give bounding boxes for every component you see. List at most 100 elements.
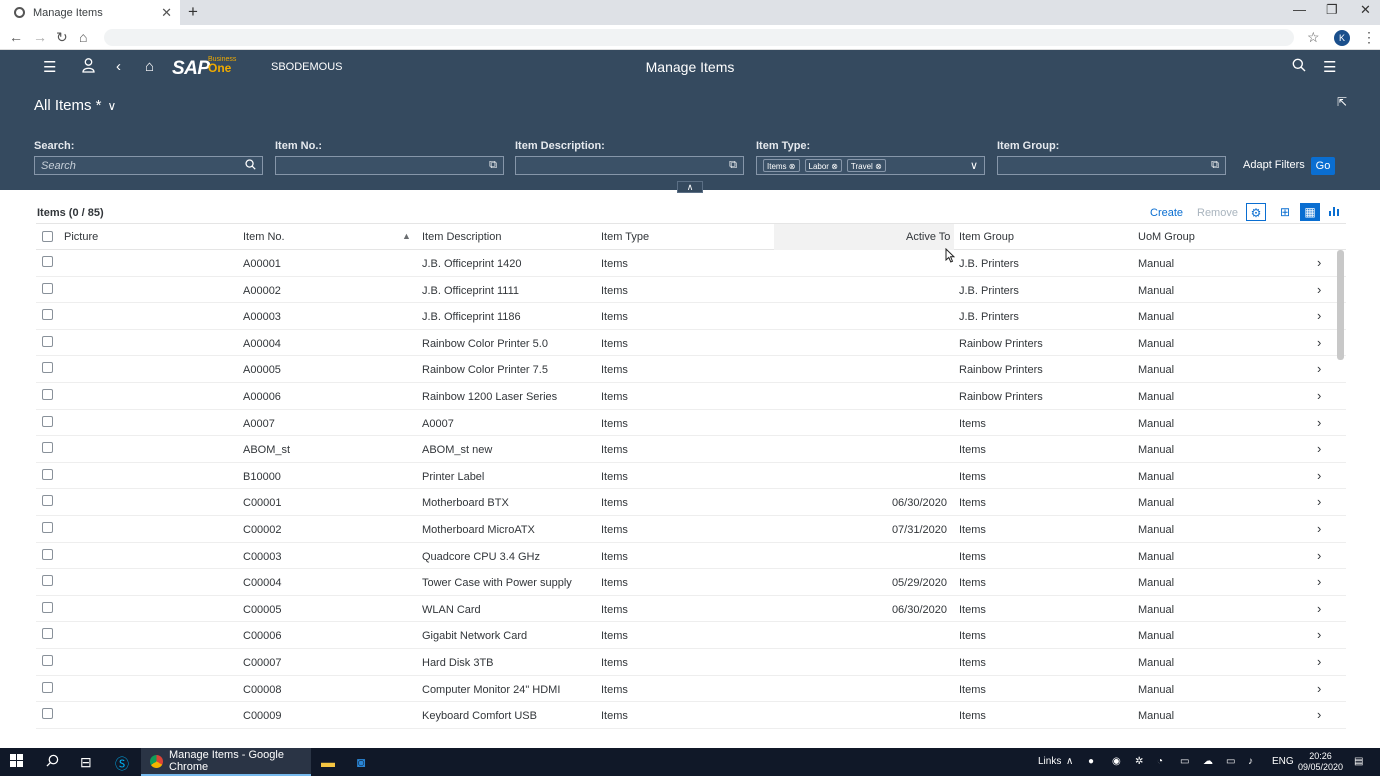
collapse-header-button[interactable]: ∧: [677, 181, 703, 193]
table-row[interactable]: C00009 Keyboard Comfort USB Items Items Manu…: [36, 702, 1346, 729]
row-navigation-chevron-icon[interactable]: ›: [1317, 415, 1321, 430]
remove-button[interactable]: Remove: [1197, 207, 1238, 219]
forward-icon[interactable]: →: [33, 29, 47, 45]
table-row[interactable]: A0007 A0007 Items Items Manual ›: [36, 410, 1346, 437]
search-input[interactable]: Search: [34, 156, 263, 175]
row-checkbox[interactable]: [42, 575, 53, 587]
task-view-icon[interactable]: ⊟: [80, 754, 92, 771]
row-navigation-chevron-icon[interactable]: ›: [1317, 494, 1321, 509]
table-row[interactable]: B10000 Printer Label Items Items Manual ›: [36, 463, 1346, 490]
row-navigation-chevron-icon[interactable]: ›: [1317, 548, 1321, 563]
row-checkbox[interactable]: [42, 628, 53, 640]
col-item-group[interactable]: Item Group: [959, 231, 1014, 243]
bookmark-star-icon[interactable]: ☆: [1307, 29, 1320, 46]
outlook-icon[interactable]: ◙: [357, 754, 365, 770]
row-navigation-chevron-icon[interactable]: ›: [1317, 282, 1321, 297]
go-button[interactable]: Go: [1311, 157, 1335, 175]
table-row[interactable]: A00006 Rainbow 1200 Laser Series Items Rain…: [36, 383, 1346, 410]
row-checkbox[interactable]: [42, 282, 53, 294]
minimize-icon[interactable]: —: [1293, 2, 1306, 17]
table-row[interactable]: ABOM_st ABOM_st new Items Items Manual ›: [36, 436, 1346, 463]
row-checkbox[interactable]: [42, 309, 53, 321]
row-navigation-chevron-icon[interactable]: ›: [1317, 601, 1321, 616]
battery-icon[interactable]: ▭: [1180, 756, 1189, 767]
table-row[interactable]: C00004 Tower Case with Power supply Items 0…: [36, 569, 1346, 596]
row-navigation-chevron-icon[interactable]: ›: [1317, 654, 1321, 669]
row-navigation-chevron-icon[interactable]: ›: [1317, 468, 1321, 483]
select-all-checkbox[interactable]: [42, 231, 53, 242]
skype-tray-icon[interactable]: ◉: [1112, 756, 1121, 767]
item-no-input[interactable]: ⧉: [275, 156, 504, 175]
row-checkbox[interactable]: [42, 495, 53, 507]
row-checkbox[interactable]: [42, 362, 53, 374]
table-personalize-icon[interactable]: ⊞: [1275, 203, 1295, 221]
browser-tab[interactable]: Manage Items ✕: [0, 0, 180, 25]
row-navigation-chevron-icon[interactable]: ›: [1317, 681, 1321, 696]
cloud-icon[interactable]: ☁: [1203, 756, 1213, 767]
vpn-icon[interactable]: ◔: [1157, 756, 1163, 767]
table-row[interactable]: C00008 Computer Monitor 24" HDMI Items Item…: [36, 676, 1346, 703]
home-icon[interactable]: ⌂: [79, 29, 87, 45]
col-active-to[interactable]: Active To: [906, 231, 950, 243]
notification-center-icon[interactable]: ▤: [1354, 756, 1363, 767]
reload-icon[interactable]: ↻: [56, 29, 68, 46]
table-row[interactable]: A00002 J.B. Officeprint 1111 Items J.B. Pri…: [36, 277, 1346, 304]
row-navigation-chevron-icon[interactable]: ›: [1317, 361, 1321, 376]
row-checkbox[interactable]: [42, 548, 53, 560]
col-uom-group[interactable]: UoM Group: [1138, 231, 1195, 243]
tray-chevron-up-icon[interactable]: ∧: [1066, 756, 1073, 767]
row-navigation-chevron-icon[interactable]: ›: [1317, 707, 1321, 722]
browser-menu-icon[interactable]: ⋮: [1362, 29, 1376, 46]
item-type-multiselect[interactable]: Items ⊗ Labor ⊗ Travel ⊗ ∨: [756, 156, 985, 175]
col-item-description[interactable]: Item Description: [422, 231, 501, 243]
search-icon[interactable]: [1292, 58, 1306, 76]
row-navigation-chevron-icon[interactable]: ›: [1317, 574, 1321, 589]
window-close-icon[interactable]: ✕: [1360, 2, 1371, 18]
settings-gear-icon[interactable]: ⚙: [1246, 203, 1266, 221]
token-labor[interactable]: Labor ⊗: [804, 159, 842, 172]
display-icon[interactable]: ▭: [1226, 756, 1235, 767]
system-clock[interactable]: 20:26 09/05/2020: [1298, 751, 1343, 773]
row-checkbox[interactable]: [42, 468, 53, 480]
value-help-icon[interactable]: ⧉: [729, 159, 737, 172]
address-bar[interactable]: [104, 29, 1294, 46]
variant-selector[interactable]: All Items * ∨: [34, 97, 116, 114]
item-group-input[interactable]: ⧉: [997, 156, 1226, 175]
value-help-icon[interactable]: ⧉: [489, 159, 497, 172]
table-row[interactable]: A00003 J.B. Officeprint 1186 Items J.B. Pri…: [36, 303, 1346, 330]
row-navigation-chevron-icon[interactable]: ›: [1317, 308, 1321, 323]
table-row[interactable]: C00001 Motherboard BTX Items 06/30/2020 Item…: [36, 489, 1346, 516]
file-explorer-icon[interactable]: ▬: [321, 754, 335, 770]
language-indicator[interactable]: ENG: [1272, 756, 1294, 767]
row-navigation-chevron-icon[interactable]: ›: [1317, 255, 1321, 270]
row-checkbox[interactable]: [42, 388, 53, 400]
taskbar-search-icon[interactable]: [46, 754, 59, 770]
table-row[interactable]: A00001 J.B. Officeprint 1420 Items J.B. Pri…: [36, 250, 1346, 277]
create-button[interactable]: Create: [1150, 207, 1183, 219]
volume-icon[interactable]: ♪: [1248, 756, 1253, 767]
network-share-icon[interactable]: ✲: [1135, 756, 1143, 767]
notifications-list-icon[interactable]: ☰: [1323, 58, 1336, 76]
token-items[interactable]: Items ⊗: [763, 159, 800, 172]
table-view-icon[interactable]: ▦: [1300, 203, 1320, 221]
col-item-type[interactable]: Item Type: [601, 231, 649, 243]
table-scrollbar[interactable]: [1337, 250, 1344, 360]
item-description-input[interactable]: ⧉: [515, 156, 744, 175]
row-checkbox[interactable]: [42, 681, 53, 693]
row-checkbox[interactable]: [42, 601, 53, 613]
table-row[interactable]: A00005 Rainbow Color Printer 7.5 Items Rain…: [36, 356, 1346, 383]
table-row[interactable]: A00004 Rainbow Color Printer 5.0 Items Rain…: [36, 330, 1346, 357]
restore-icon[interactable]: ❐: [1326, 2, 1338, 18]
row-checkbox[interactable]: [42, 521, 53, 533]
row-checkbox[interactable]: [42, 654, 53, 666]
new-tab-button[interactable]: +: [188, 2, 198, 22]
row-navigation-chevron-icon[interactable]: ›: [1317, 521, 1321, 536]
row-checkbox[interactable]: [42, 442, 53, 454]
adapt-filters-button[interactable]: Adapt Filters: [1243, 159, 1305, 171]
row-checkbox[interactable]: [42, 415, 53, 427]
links-toolbar[interactable]: Links: [1038, 756, 1061, 767]
row-navigation-chevron-icon[interactable]: ›: [1317, 335, 1321, 350]
table-row[interactable]: C00007 Hard Disk 3TB Items Items Manual ›: [36, 649, 1346, 676]
tab-close-icon[interactable]: ✕: [161, 5, 172, 21]
table-row[interactable]: C00002 Motherboard MicroATX Items 07/31/202…: [36, 516, 1346, 543]
